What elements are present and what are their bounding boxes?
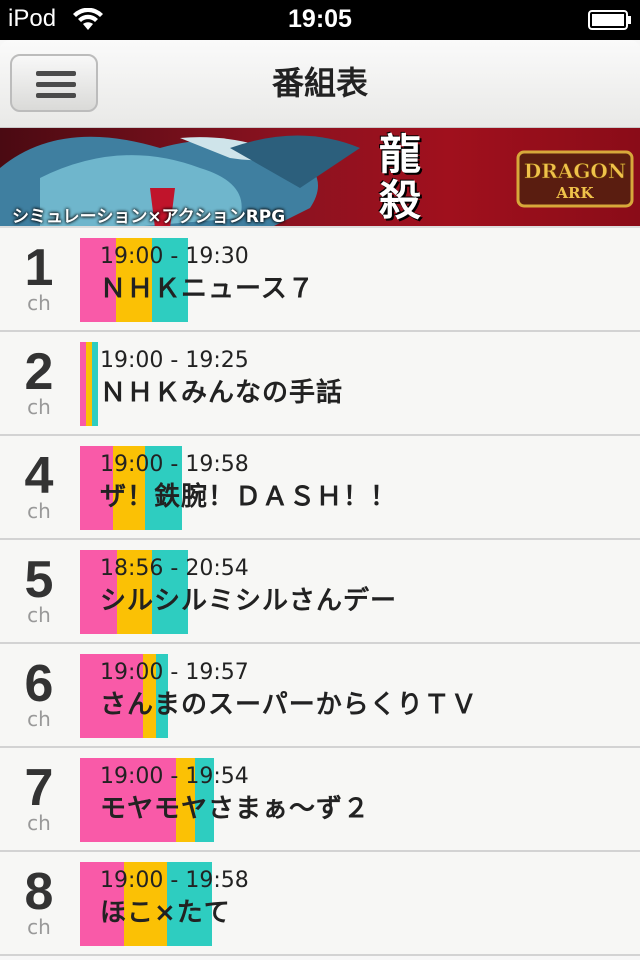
program-title: ＮＨＫみんなの手話: [100, 378, 344, 408]
dragon-ark-logo: DRAGON ARK: [516, 150, 634, 208]
channel-number: 8: [24, 863, 54, 921]
program-row[interactable]: 2 ch 19:00 - 19:25 ＮＨＫみんなの手話: [0, 332, 640, 436]
program-time: 19:00 - 19:30: [100, 244, 249, 269]
progress-segment-teal: [92, 342, 98, 426]
ad-kanji-2: 殺: [378, 176, 421, 225]
program-time: 19:00 - 19:25: [100, 348, 249, 373]
channel-label: ch: [27, 291, 51, 315]
program-title: さんまのスーパーからくりＴＶ: [100, 690, 478, 720]
program-time: 19:00 - 19:54: [100, 764, 249, 789]
program-row[interactable]: 8 ch 19:00 - 19:58 ほこ×たて: [0, 852, 640, 956]
channel-label: ch: [27, 395, 51, 419]
channel-number: 5: [24, 551, 54, 609]
channel-number: 1: [24, 239, 54, 297]
ad-tagline: シミュレーション×アクションRPG: [12, 207, 286, 227]
channel-label: ch: [27, 811, 51, 835]
program-title: モヤモヤさまぁ～ず２: [100, 794, 371, 824]
hamburger-icon-bar: [36, 82, 76, 87]
channel-number: 6: [24, 655, 54, 713]
clock: 19:05: [288, 5, 352, 33]
program-title: シルシルミシルさんデー: [100, 586, 398, 616]
program-row[interactable]: 1 ch 19:00 - 19:30 ＮＨＫニュース７: [0, 228, 640, 332]
hamburger-icon: [36, 71, 76, 76]
battery-icon: [588, 10, 631, 30]
status-bar: iPod 19:05: [0, 0, 640, 40]
program-progress-bar: [80, 342, 98, 426]
hamburger-icon-bar: [36, 93, 76, 98]
channel-number: 7: [24, 759, 54, 817]
program-row[interactable]: 5 ch 18:56 - 20:54 シルシルミシルさんデー: [0, 540, 640, 644]
program-title: ザ！鉄腕！ＤＡＳＨ！！: [100, 482, 398, 512]
channel-label: ch: [27, 707, 51, 731]
channel-label: ch: [27, 499, 51, 523]
ad-logo-line1: DRAGON: [524, 159, 626, 183]
ad-kanji: 龍 殺: [372, 132, 428, 224]
program-list: 1 ch 19:00 - 19:30 ＮＨＫニュース７ 2 ch 19:00 - 19:25…: [0, 228, 640, 956]
channel-number: 2: [24, 343, 54, 401]
channel-number: 4: [24, 447, 54, 505]
program-time: 19:00 - 19:57: [100, 660, 249, 685]
ad-kanji-1: 龍: [378, 130, 421, 179]
program-row[interactable]: 6 ch 19:00 - 19:57 さんまのスーパーからくりＴＶ: [0, 644, 640, 748]
channel-label: ch: [27, 915, 51, 939]
program-row[interactable]: 7 ch 19:00 - 19:54 モヤモヤさまぁ～ず２: [0, 748, 640, 852]
menu-button[interactable]: [10, 54, 98, 112]
program-time: 19:00 - 19:58: [100, 452, 249, 477]
ad-logo-line2: ARK: [555, 184, 594, 202]
ad-banner[interactable]: シミュレーション×アクションRPG 龍 殺 DRAGON ARK: [0, 128, 640, 228]
nav-bar: 番組表: [0, 40, 640, 128]
program-title: ＮＨＫニュース７: [100, 274, 315, 304]
program-time: 19:00 - 19:58: [100, 868, 249, 893]
program-time: 18:56 - 20:54: [100, 556, 249, 581]
program-row[interactable]: 4 ch 19:00 - 19:58 ザ！鉄腕！ＤＡＳＨ！！: [0, 436, 640, 540]
program-title: ほこ×たて: [100, 898, 231, 928]
channel-label: ch: [27, 603, 51, 627]
